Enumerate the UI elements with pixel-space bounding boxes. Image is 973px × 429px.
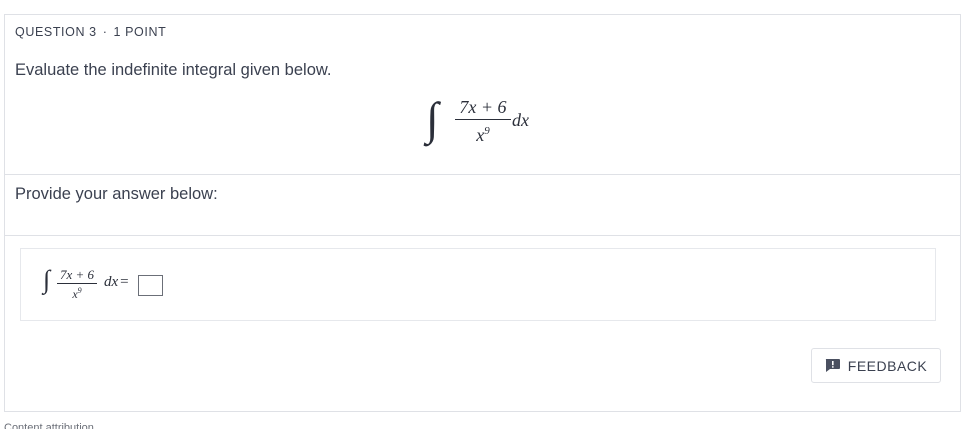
section-divider [5,235,960,236]
question-number: QUESTION 3 [15,25,97,39]
integrand-numerator: 7x + 6 [459,97,507,117]
feedback-icon [825,359,840,372]
integrand-fraction: 7x + 6 x9 [455,97,511,146]
integral-sign: ∫ [426,93,439,144]
question-prompt: Evaluate the indefinite integral given b… [15,61,332,79]
header-separator: · [102,25,108,39]
answer-input[interactable] [138,275,163,296]
answer-integrand-denominator: x9 [72,286,82,301]
answer-container: ∫ 7x + 6 x9 dx = [20,248,936,321]
content-attribution-link[interactable]: Content attribution [4,422,94,429]
answer-label: Provide your answer below: [15,185,218,203]
feedback-button[interactable]: FEEDBACK [811,348,941,383]
question-header: QUESTION 3 · 1 POINT [15,25,166,39]
integrand-denominator: x9 [476,125,490,145]
answer-integral-sign: ∫ [43,265,51,294]
question-points: 1 POINT [113,25,167,39]
answer-integrand-numerator: 7x + 6 [59,267,95,282]
feedback-label: FEEDBACK [847,357,928,374]
section-divider [5,174,960,175]
answer-integrand-fraction: 7x + 6 x9 [57,268,97,301]
differential: dx [512,110,529,130]
answer-differential-equals: dx = [104,274,129,290]
